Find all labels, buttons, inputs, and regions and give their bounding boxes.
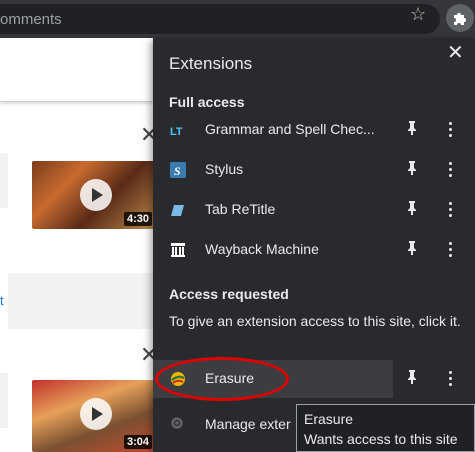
close-popup-icon[interactable]: ✕: [447, 40, 464, 65]
comment-box[interactable]: [0, 38, 152, 102]
extensions-puzzle-icon[interactable]: [446, 4, 474, 32]
extension-name: Tab ReTitle: [205, 201, 276, 217]
more-options-icon[interactable]: [449, 120, 453, 138]
more-options-icon[interactable]: [449, 369, 453, 387]
extension-name: Grammar and Spell Chec...: [205, 121, 375, 137]
more-options-icon[interactable]: [449, 240, 453, 258]
play-icon[interactable]: [80, 179, 112, 211]
stylus-icon: S: [170, 162, 186, 178]
manage-extensions-label: Manage exter: [205, 416, 291, 432]
extension-name: Stylus: [205, 161, 244, 177]
video-thumbnail[interactable]: 3:04: [32, 380, 154, 452]
full-access-heading: Full access: [169, 94, 245, 110]
pin-icon[interactable]: [407, 161, 417, 175]
tab-retitle-icon: [171, 205, 184, 216]
pin-icon[interactable]: [407, 121, 417, 135]
grammar-icon: LT: [170, 126, 183, 138]
tooltip-text: Wants access to this site: [304, 431, 458, 447]
address-bar-text: omments: [0, 11, 62, 28]
popup-title: Extensions: [169, 54, 253, 73]
extension-tooltip: Erasure Wants access to this site: [296, 404, 475, 452]
more-options-icon[interactable]: [449, 160, 453, 178]
extension-row-stylus[interactable]: S Stylus: [153, 150, 475, 190]
access-hint-text: To give an extension access to this site…: [169, 313, 461, 329]
extension-name: Wayback Machine: [205, 241, 319, 257]
extension-row-wayback-machine[interactable]: Wayback Machine: [153, 230, 475, 270]
address-bar[interactable]: omments: [0, 4, 440, 34]
video-duration: 3:04: [123, 435, 152, 449]
pin-icon[interactable]: [407, 241, 417, 255]
browser-toolbar: omments ☆: [0, 0, 475, 38]
play-icon[interactable]: [80, 398, 112, 430]
side-panel: [0, 153, 8, 208]
svg-text:LT: LT: [170, 126, 183, 138]
side-panel: [0, 373, 8, 428]
extension-row-tab-retitle[interactable]: Tab ReTitle: [153, 190, 475, 230]
extension-row-grammar[interactable]: LT Grammar and Spell Chec...: [153, 110, 475, 150]
tooltip-title: Erasure: [304, 411, 354, 427]
video-duration: 4:30: [123, 212, 152, 226]
bookmark-star-icon[interactable]: ☆: [410, 4, 426, 25]
svg-text:S: S: [174, 164, 181, 178]
access-requested-heading: Access requested: [169, 286, 289, 302]
more-options-icon[interactable]: [449, 200, 453, 218]
wayback-machine-icon: [171, 243, 185, 257]
pin-icon[interactable]: [407, 370, 417, 384]
video-thumbnail[interactable]: 4:30: [32, 161, 154, 229]
gear-icon: [171, 417, 183, 429]
highlight-ellipse: [155, 357, 289, 401]
pin-icon[interactable]: [407, 201, 417, 215]
info-panel: [8, 273, 153, 329]
side-link[interactable]: t: [0, 293, 4, 308]
